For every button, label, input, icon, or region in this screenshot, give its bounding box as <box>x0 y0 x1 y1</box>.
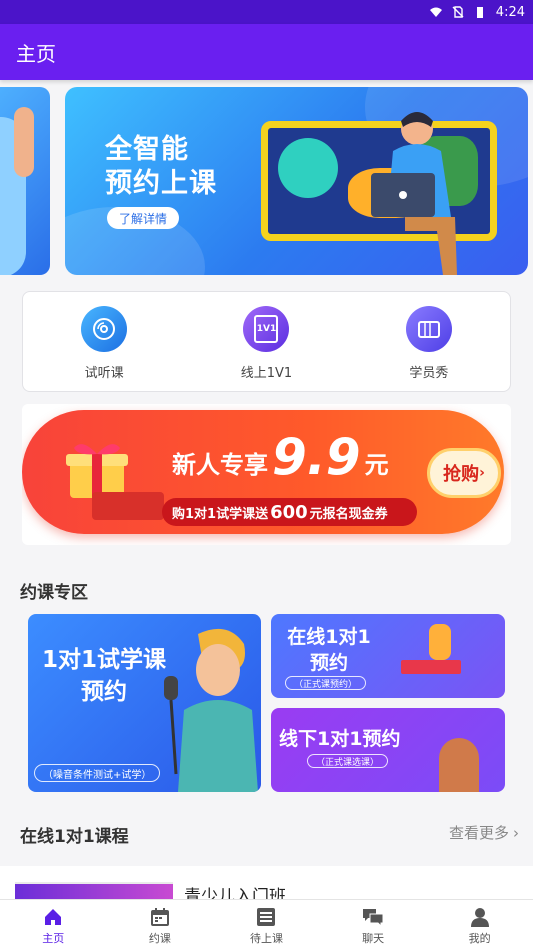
list-icon <box>257 908 276 926</box>
banner-carousel[interactable]: 全智能 预约上课 了解详情 <box>0 87 533 275</box>
home-content[interactable]: 全智能 预约上课 了解详情 试听课 1V1 线上1V1 学员秀 新人专享 9.9… <box>0 80 533 899</box>
tab-upcoming[interactable]: 待上课 <box>213 900 320 949</box>
chat-icon <box>363 909 384 928</box>
new-user-promo-banner[interactable]: 新人专享 9.9 元 购1对1试学课送 600 元报名现金券 抢购 › <box>22 410 504 534</box>
keyboard-illustration <box>401 660 461 674</box>
clock: 4:24 <box>495 4 525 20</box>
no-sim-icon <box>452 6 464 18</box>
booking-zone-title: 约课专区 <box>20 583 88 603</box>
promo-subtitle: 购1对1试学课送 600 元报名现金券 <box>162 498 417 526</box>
status-bar: 4:24 <box>0 0 533 24</box>
singer-illustration <box>164 628 258 792</box>
performer-illustration <box>429 624 451 660</box>
quick-entry-trial-lesson[interactable]: 试听课 <box>23 292 185 391</box>
person-with-laptop-illustration <box>371 112 457 275</box>
promo-headline: 新人专享 9.9 元 <box>172 428 389 486</box>
promo-buy-button[interactable]: 抢购 › <box>427 448 501 498</box>
quick-entry-online-1v1[interactable]: 1V1 线上1V1 <box>185 292 347 391</box>
banner-previous-slide[interactable] <box>0 87 50 275</box>
quick-entry-student-showcase[interactable]: 学员秀 <box>348 292 510 391</box>
view-more-link[interactable]: 查看更多 › <box>449 822 519 843</box>
booking-card-online[interactable]: 在线1对1 预约 （正式课预约） <box>271 614 505 698</box>
booking-card-offline[interactable]: 线下1对1预约 （正式课选课） <box>271 708 505 792</box>
online-courses-title: 在线1对1课程 <box>20 827 129 847</box>
chevron-right-icon: › <box>479 465 485 481</box>
booking-card-online-title: 在线1对1 预约 <box>287 626 371 674</box>
calendar-icon <box>150 908 169 926</box>
promo-price: 9.9 <box>272 428 361 486</box>
course-list-item[interactable]: 青少儿入门班 <box>0 866 533 899</box>
course-name: 青少儿入门班 <box>184 887 286 899</box>
quick-entry-panel: 试听课 1V1 线上1V1 学员秀 <box>22 291 511 392</box>
gift-box-icon <box>66 444 128 498</box>
home-icon <box>45 909 62 925</box>
wifi-icon <box>429 7 442 17</box>
violinist-illustration <box>439 738 479 792</box>
banner-details-button[interactable]: 了解详情 <box>107 207 180 229</box>
banner-slide[interactable]: 全智能 预约上课 了解详情 <box>65 87 528 275</box>
disc-icon <box>81 306 128 352</box>
battery-icon <box>476 7 483 18</box>
chevron-right-icon: › <box>513 823 519 842</box>
tab-chat[interactable]: 聊天 <box>320 900 427 949</box>
album-icon <box>405 306 452 352</box>
red-envelope-icon <box>92 492 164 520</box>
booking-card-offline-title: 线下1对1预约 <box>279 728 401 750</box>
bottom-tab-bar: 主页 约课 待上课 聊天 我的 <box>0 899 533 949</box>
book-1v1-icon: 1V1 <box>243 306 290 352</box>
person-icon <box>470 908 489 927</box>
page-title: 主页 <box>16 41 56 66</box>
tab-booking[interactable]: 约课 <box>107 900 214 949</box>
booking-card-trial[interactable]: 1对1试学课 预约 （噪音条件测试+试学） <box>28 614 261 792</box>
app-bar: 主页 <box>0 24 533 80</box>
banner-title: 全智能 预约上课 <box>105 134 217 199</box>
tab-home[interactable]: 主页 <box>0 900 107 949</box>
tab-profile[interactable]: 我的 <box>426 900 533 949</box>
course-thumbnail <box>15 882 173 899</box>
new-user-promo-card[interactable]: 新人专享 9.9 元 购1对1试学课送 600 元报名现金券 抢购 › <box>22 404 511 545</box>
